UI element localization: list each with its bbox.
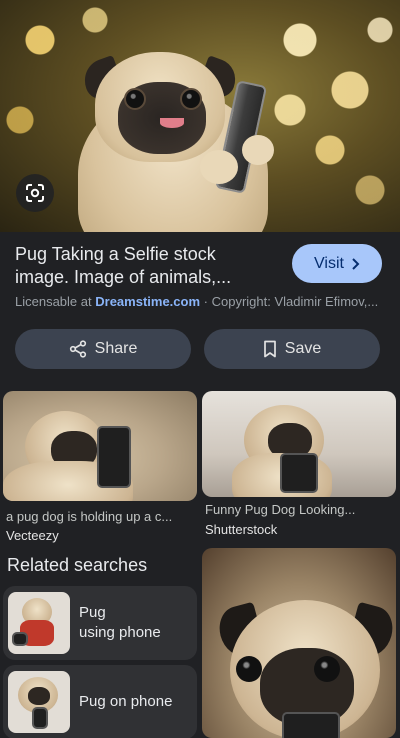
save-label: Save: [284, 340, 322, 357]
pug-paw: [200, 150, 238, 184]
copyright-text: · Copyright: Vladimir Efimov,...: [203, 294, 379, 309]
result-caption[interactable]: a pug dog is holding up a c...: [6, 509, 196, 524]
phone-in-image: [97, 426, 131, 488]
phone-in-image: [280, 453, 318, 493]
pug-tongue: [160, 118, 184, 128]
related-search-item[interactable]: Pug using phone: [3, 586, 197, 660]
related-thumbnail: [8, 671, 70, 733]
phone-in-image: [12, 632, 28, 646]
bookmark-icon: [263, 340, 276, 358]
phone-in-image: [32, 707, 48, 729]
source-site-link[interactable]: Dreamstime.com: [95, 294, 200, 309]
title-line-1: Pug Taking a Selfie stock: [15, 244, 216, 264]
license-source: Licensable at Dreamstime.com · Copyright…: [15, 294, 387, 309]
result-caption[interactable]: Funny Pug Dog Looking...: [205, 502, 395, 517]
result-source: Shutterstock: [205, 522, 278, 537]
visit-label: Visit: [314, 254, 344, 272]
hero-image[interactable]: [0, 0, 400, 232]
related-label-line-2: using phone: [79, 624, 161, 641]
title-line-2: image. Image of animals,...: [15, 267, 232, 287]
result-image[interactable]: [202, 391, 396, 497]
chevron-right-icon: [352, 257, 360, 270]
licensable-prefix: Licensable at: [15, 294, 92, 309]
related-label: Pug using phone: [79, 603, 161, 643]
result-image[interactable]: [3, 391, 197, 501]
pug-eye: [124, 88, 146, 110]
result-source: Vecteezy: [6, 528, 59, 543]
share-label: Share: [94, 340, 138, 357]
pug-eye: [180, 88, 202, 110]
related-searches-heading: Related searches: [7, 555, 148, 575]
google-lens-icon: [26, 184, 44, 202]
share-button[interactable]: Share: [15, 329, 191, 369]
pug-eye: [236, 656, 262, 682]
pug-eye: [314, 656, 340, 682]
phone-in-image: [282, 712, 340, 738]
pug-face: [28, 687, 50, 705]
google-lens-button[interactable]: [16, 174, 54, 212]
share-icon: [69, 340, 86, 358]
visit-button[interactable]: Visit: [292, 244, 382, 283]
result-title[interactable]: Pug Taking a Selfie stock image. Image o…: [15, 243, 275, 289]
save-button[interactable]: Save: [204, 329, 380, 369]
related-label-line-1: Pug: [79, 604, 106, 621]
related-label-line-1: Pug on phone: [79, 693, 173, 710]
pug-paw: [242, 135, 274, 165]
related-thumbnail: [8, 592, 70, 654]
related-search-item[interactable]: Pug on phone: [3, 665, 197, 738]
result-image[interactable]: [202, 548, 396, 738]
related-label: Pug on phone: [79, 692, 172, 712]
